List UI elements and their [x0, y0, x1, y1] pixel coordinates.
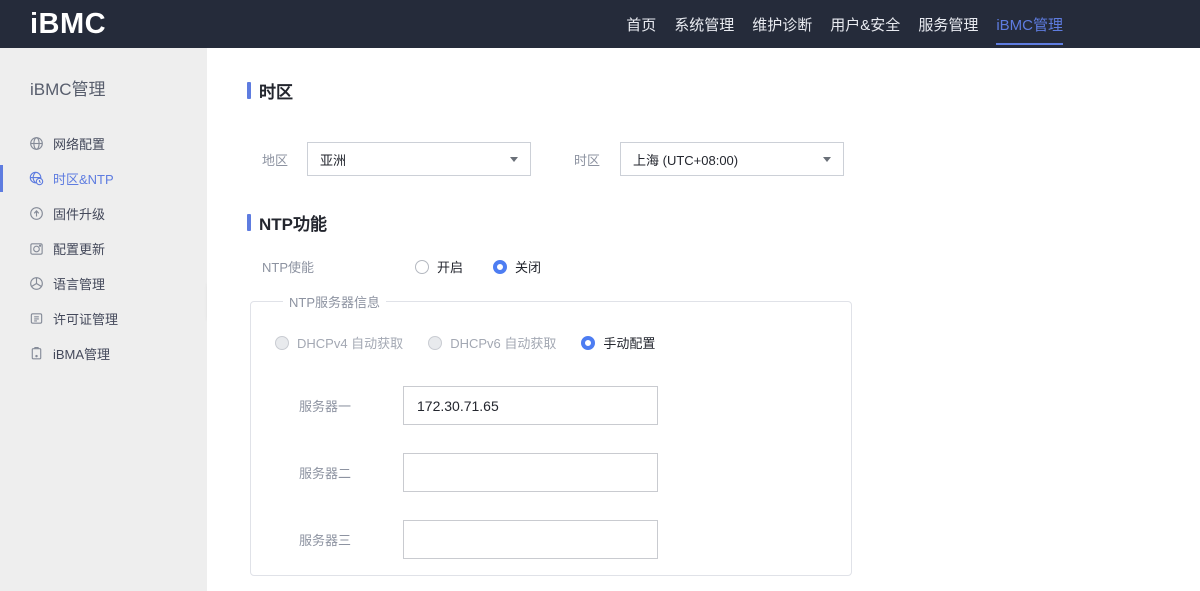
region-select[interactable]: 亚洲	[307, 142, 531, 176]
server-two-row: 服务器二	[275, 453, 851, 492]
sidebar-item-label: 许可证管理	[53, 312, 119, 327]
nav-item-maintenance-diagnosis[interactable]: 维护诊断	[743, 0, 821, 48]
radio-label: DHCPv4 自动获取	[297, 336, 404, 351]
timezone-ntp-icon	[29, 171, 44, 186]
sidebar-item-label: 固件升级	[53, 207, 106, 222]
chevron-down-icon	[510, 156, 518, 162]
radio-label: 开启	[437, 260, 464, 275]
ntp-server-info-legend: NTP服务器信息	[289, 295, 381, 310]
nav-item-user-security[interactable]: 用户&安全	[821, 0, 909, 48]
ntp-section-title: NTP功能	[259, 215, 327, 234]
sidebar: iBMC管理 网络配置 时区&NTP 固件升级 配置更新 语言管理 许可证管理 …	[0, 48, 207, 591]
sidebar-item-firmware-upgrade[interactable]: 固件升级	[0, 196, 207, 231]
sidebar-item-label: iBMA管理	[53, 347, 111, 362]
nav-item-service-management[interactable]: 服务管理	[909, 0, 987, 48]
region-label: 地区	[262, 152, 289, 168]
timezone-section-title: 时区	[259, 83, 293, 102]
server-three-row: 服务器三	[275, 520, 851, 559]
nav-item-ibmc-management[interactable]: iBMC管理	[987, 0, 1072, 48]
nav-label: iBMC管理	[996, 16, 1063, 34]
ntp-enable-on-radio[interactable]: 开启	[415, 257, 463, 276]
timezone-select-value: 上海 (UTC+08:00)	[633, 152, 739, 168]
server-two-input[interactable]	[403, 453, 658, 492]
nav-item-system-management[interactable]: 系统管理	[665, 0, 743, 48]
sidebar-item-timezone-ntp[interactable]: 时区&NTP	[0, 161, 207, 196]
sidebar-menu: 网络配置 时区&NTP 固件升级 配置更新 语言管理 许可证管理 iBMA管理	[0, 126, 207, 371]
sidebar-item-label: 配置更新	[53, 242, 106, 257]
ntp-enable-row: NTP使能 开启 关闭	[247, 257, 1200, 276]
radio-label: DHCPv6 自动获取	[450, 336, 557, 351]
nav-label: 服务管理	[918, 16, 979, 34]
ntp-enable-label: NTP使能	[262, 260, 315, 275]
server-one-row: 服务器一	[275, 386, 851, 425]
ibmc-logo: iBMC	[30, 7, 107, 40]
radio-checked-icon	[581, 335, 596, 350]
sidebar-item-ibma-management[interactable]: iBMA管理	[0, 336, 207, 371]
radio-checked-icon	[493, 259, 508, 274]
sidebar-item-language-management[interactable]: 语言管理	[0, 266, 207, 301]
server-one-label: 服务器一	[299, 399, 352, 414]
sidebar-item-label: 语言管理	[53, 277, 106, 292]
firmware-upgrade-icon	[29, 206, 44, 221]
radio-unchecked-icon	[415, 259, 429, 274]
main-content: 时区 地区 亚洲 时区 上海 (UTC+08:00) NTP功能 NTP使能 开…	[207, 48, 1200, 591]
sidebar-item-config-update[interactable]: 配置更新	[0, 231, 207, 266]
top-navigation: 首页 系统管理 维护诊断 用户&安全 服务管理 iBMC管理	[617, 0, 1200, 48]
chevron-down-icon	[823, 156, 831, 162]
radio-disabled-icon	[428, 335, 443, 350]
timezone-label: 时区	[574, 152, 601, 168]
server-two-label: 服务器二	[299, 466, 352, 481]
nav-item-home[interactable]: 首页	[617, 0, 665, 48]
nav-label: 系统管理	[674, 16, 735, 34]
dhcpv4-auto-radio: DHCPv4 自动获取	[275, 333, 403, 352]
config-update-icon	[29, 241, 44, 256]
nav-label: 用户&安全	[830, 16, 901, 34]
nav-label: 维护诊断	[752, 16, 813, 34]
sidebar-item-label: 网络配置	[53, 137, 106, 152]
manual-config-radio[interactable]: 手动配置	[581, 333, 655, 352]
region-select-value: 亚洲	[320, 152, 347, 168]
ntp-section-heading: NTP功能	[247, 210, 1200, 235]
server-three-input[interactable]	[403, 520, 658, 559]
sidebar-item-network-config[interactable]: 网络配置	[0, 126, 207, 161]
timezone-form-row: 地区 亚洲 时区 上海 (UTC+08:00)	[247, 142, 1200, 176]
radio-label: 关闭	[515, 260, 542, 275]
radio-label: 手动配置	[603, 336, 656, 351]
accent-bar	[247, 214, 251, 231]
timezone-section-heading: 时区	[247, 78, 1200, 103]
ibma-icon	[29, 346, 44, 361]
ntp-server-mode-row: DHCPv4 自动获取 DHCPv6 自动获取 手动配置	[275, 333, 851, 352]
ntp-server-info-group: NTP服务器信息 DHCPv4 自动获取 DHCPv6 自动获取 手动配置 服务…	[250, 292, 852, 576]
radio-disabled-icon	[275, 335, 289, 350]
server-three-label: 服务器三	[299, 533, 352, 548]
network-icon	[29, 136, 44, 151]
server-one-input[interactable]	[403, 386, 658, 425]
language-icon	[29, 276, 44, 291]
top-bar: iBMC 首页 系统管理 维护诊断 用户&安全 服务管理 iBMC管理	[0, 0, 1200, 48]
license-icon	[29, 311, 44, 326]
timezone-select[interactable]: 上海 (UTC+08:00)	[620, 142, 844, 176]
sidebar-title: iBMC管理	[30, 80, 106, 99]
ntp-enable-off-radio[interactable]: 关闭	[493, 257, 541, 276]
sidebar-item-label: 时区&NTP	[53, 172, 114, 187]
sidebar-item-license-management[interactable]: 许可证管理	[0, 301, 207, 336]
nav-label: 首页	[626, 16, 657, 34]
accent-bar	[247, 82, 251, 99]
dhcpv6-auto-radio: DHCPv6 自动获取	[428, 333, 556, 352]
